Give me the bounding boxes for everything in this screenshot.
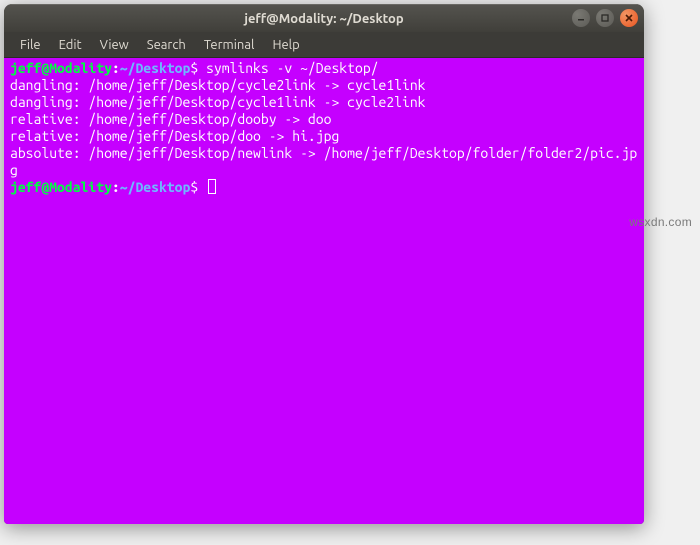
menu-edit[interactable]: Edit <box>51 36 90 54</box>
terminal-window: jeff@Modality: ~/Desktop File Edit View … <box>4 4 644 524</box>
close-button[interactable] <box>620 9 638 27</box>
minimize-button[interactable] <box>572 9 590 27</box>
output-line: dangling: /home/jeff/Desktop/cycle2link … <box>10 77 426 93</box>
window-controls <box>572 9 638 27</box>
menu-file[interactable]: File <box>12 36 49 54</box>
prompt-path: ~/Desktop <box>120 60 191 76</box>
prompt-dollar: $ <box>190 179 206 195</box>
output-line: dangling: /home/jeff/Desktop/cycle1link … <box>10 94 426 110</box>
menubar: File Edit View Search Terminal Help <box>4 32 644 58</box>
watermark: wsxdn.com <box>629 215 692 229</box>
prompt-dollar: $ <box>190 60 206 76</box>
output-line: absolute: /home/jeff/Desktop/newlink -> … <box>10 145 637 178</box>
output-line: relative: /home/jeff/Desktop/dooby -> do… <box>10 111 331 127</box>
prompt-user: jeff@Modality <box>10 60 112 76</box>
menu-terminal[interactable]: Terminal <box>196 36 263 54</box>
menu-help[interactable]: Help <box>264 36 307 54</box>
command-text: symlinks -v ~/Desktop/ <box>206 60 378 76</box>
prompt-colon: : <box>112 60 120 76</box>
menu-search[interactable]: Search <box>139 36 194 54</box>
terminal-viewport[interactable]: jeff@Modality:~/Desktop$ symlinks -v ~/D… <box>4 58 644 524</box>
prompt-user: jeff@Modality <box>10 179 112 195</box>
output-line: relative: /home/jeff/Desktop/doo -> hi.j… <box>10 128 339 144</box>
titlebar[interactable]: jeff@Modality: ~/Desktop <box>4 4 644 32</box>
prompt-path: ~/Desktop <box>120 179 191 195</box>
window-title: jeff@Modality: ~/Desktop <box>244 12 403 26</box>
cursor <box>208 179 216 194</box>
menu-view[interactable]: View <box>92 36 137 54</box>
maximize-button[interactable] <box>596 9 614 27</box>
prompt-colon: : <box>112 179 120 195</box>
